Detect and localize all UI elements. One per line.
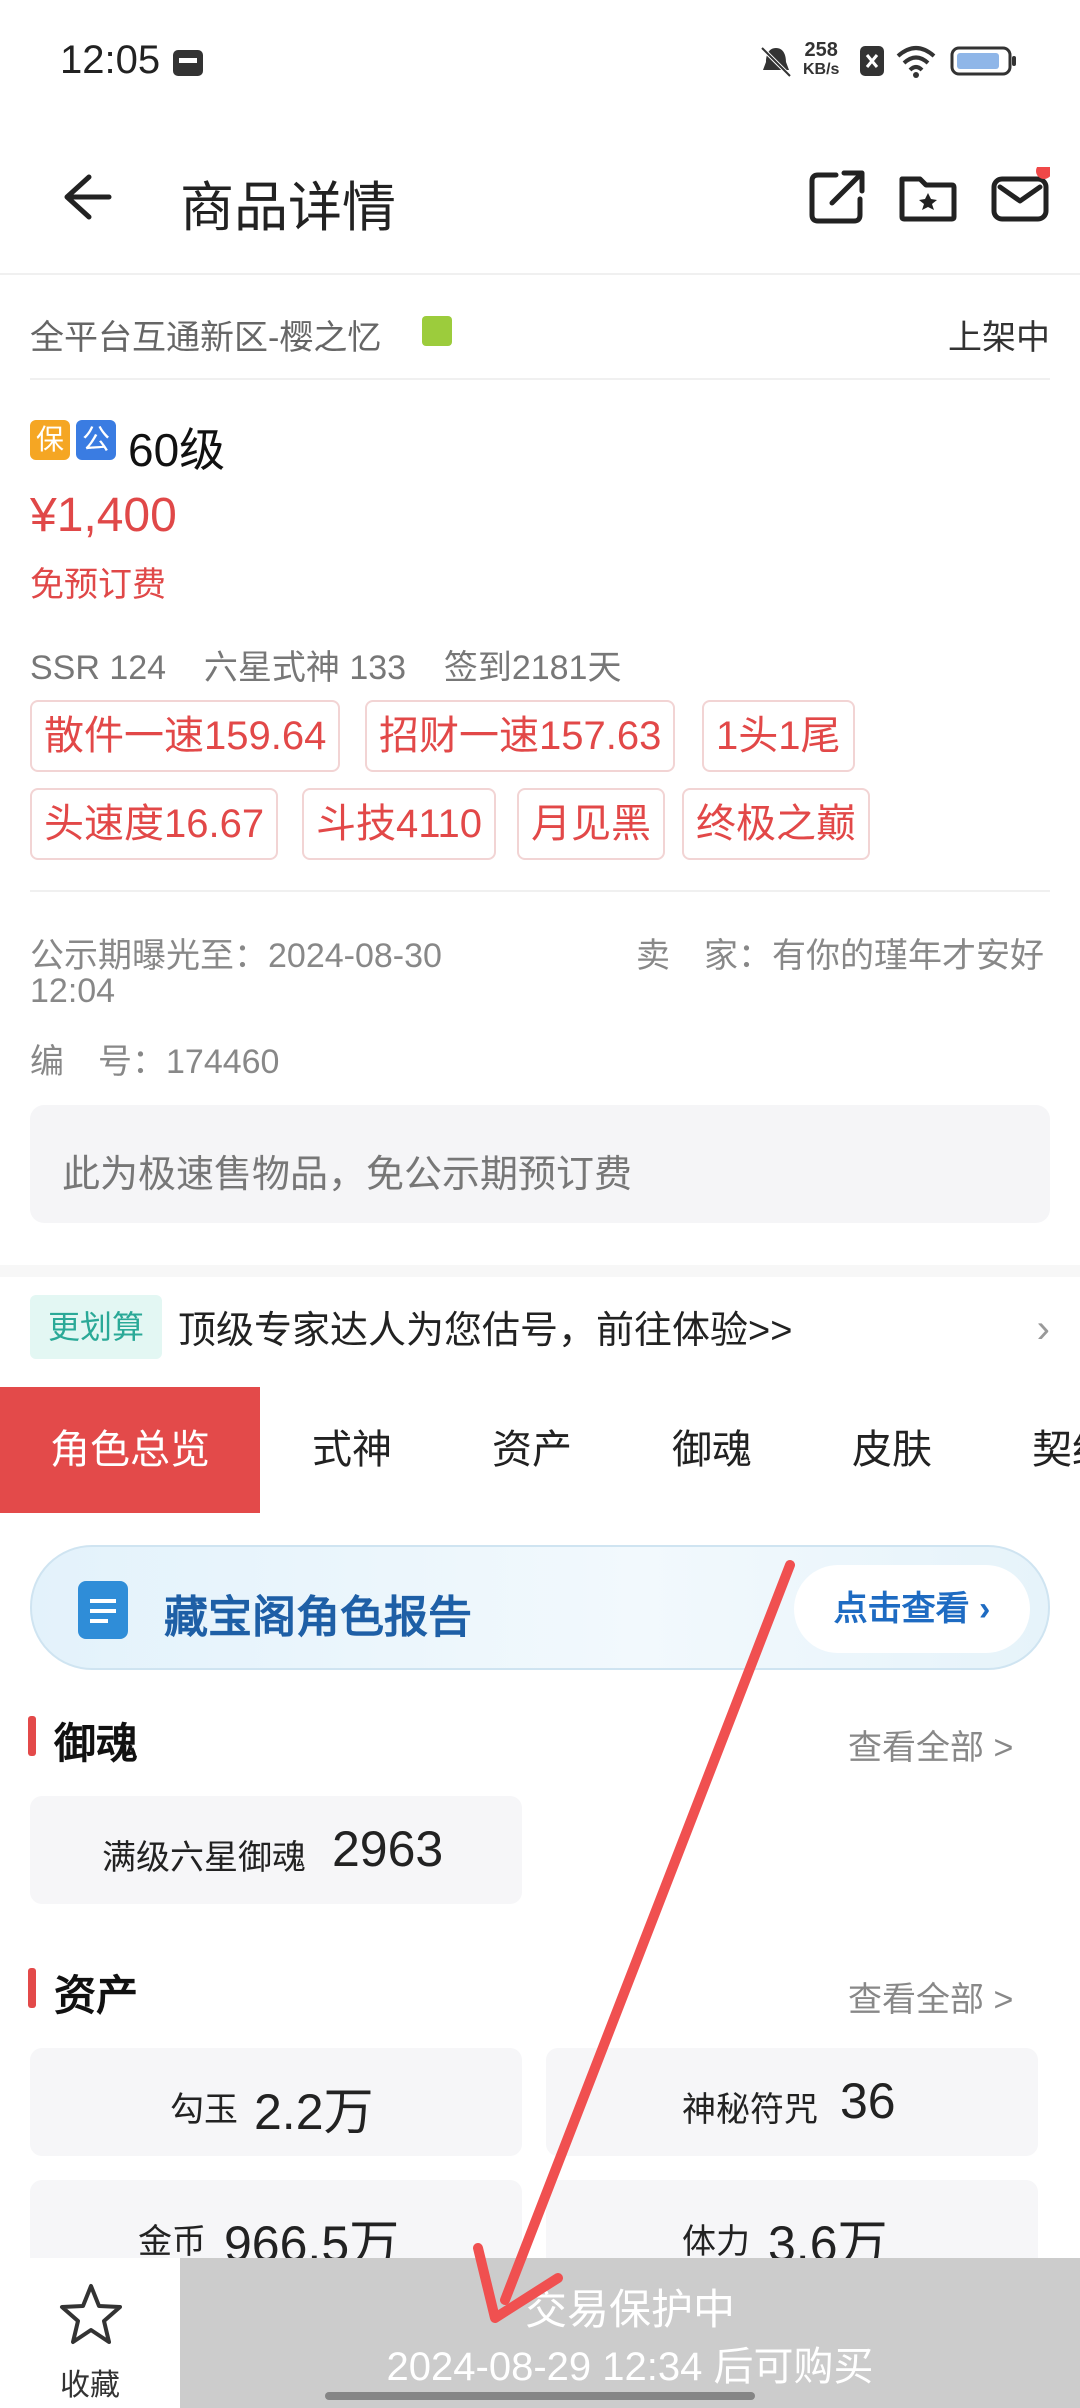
tag: 招财一速157.63: [365, 700, 676, 772]
tag: 1头1尾: [702, 700, 855, 772]
tab-contract[interactable]: 契约: [1032, 1387, 1080, 1513]
seller-info: 卖 家：有你的瑾年才安好: [636, 928, 1044, 977]
free-fee-label: 免预订费: [30, 566, 166, 604]
role-report-banner[interactable]: 藏宝阁角色报告 点击查看 ›: [30, 1545, 1050, 1670]
net-speed: 258 KB/s: [803, 39, 840, 78]
character-level: 60级: [128, 424, 226, 476]
sim-off-icon: [860, 46, 884, 76]
stat-label: 勾玉: [170, 2091, 238, 2129]
stat-label: 神秘符咒: [682, 2091, 818, 2129]
fast-sale-notice: 此为极速售物品，免公示期预订费: [30, 1105, 1050, 1223]
tab-skins[interactable]: 皮肤: [852, 1387, 932, 1513]
server-row: 全平台互通新区-樱之忆 上架中: [30, 280, 1050, 380]
mail-icon[interactable]: [990, 167, 1050, 227]
expose-date: 2024-08-30: [268, 937, 442, 975]
promo-text: 顶级专家达人为您估号，前往体验>>: [178, 1310, 793, 1352]
folder-star-icon[interactable]: [898, 167, 958, 227]
listing-status: 上架中: [948, 319, 1050, 357]
id-label: 编 号：: [30, 1043, 166, 1081]
gesture-bar: [325, 2392, 755, 2400]
view-all-assets-link[interactable]: 查看全部 >: [848, 1972, 1013, 2021]
stat-value: 2.2万: [254, 2084, 374, 2140]
tag: 头速度16.67: [30, 788, 279, 860]
section-marker: [28, 1968, 36, 2008]
stat-label: 体力: [682, 2223, 750, 2261]
stat-label: 金币: [138, 2223, 206, 2261]
android-icon: [422, 316, 452, 346]
stat-value: 2963: [332, 1821, 444, 1877]
purchase-available-time: 2024-08-29 12:34 后可购买: [386, 2345, 874, 2389]
section-marker: [28, 1716, 36, 1756]
promo-badge: 更划算: [30, 1295, 162, 1359]
chevron-right-icon: ›: [1036, 1307, 1050, 1351]
top-app-bar: 商品详情: [0, 125, 1080, 275]
share-icon[interactable]: [808, 167, 868, 227]
expose-info: 公示期曝光至：2024-08-30: [30, 928, 442, 977]
id-value: 174460: [166, 1043, 280, 1081]
stats-line: SSR 124 六星式神 133 签到2181天: [30, 649, 622, 687]
seller-label: 卖 家：: [636, 937, 772, 975]
badge-public: 公: [76, 420, 116, 460]
section-title-yuhun: 御魂: [54, 1720, 139, 1767]
bottom-action-bar: 收藏 交易保护中 2024-08-29 12:34 后可购买: [0, 2258, 1080, 2408]
expose-label: 公示期曝光至：: [30, 937, 268, 975]
banner-title: 藏宝阁角色报告: [164, 1593, 472, 1642]
page-title: 商品详情: [180, 178, 396, 238]
badge-protected: 保: [30, 420, 70, 460]
notice-text: 此为极速售物品，免公示期预订费: [62, 1154, 633, 1196]
status-time: 12:05: [60, 38, 161, 82]
trade-protection-text: 交易保护中: [524, 2286, 735, 2333]
tab-yuhun[interactable]: 御魂: [672, 1387, 752, 1513]
stat-label: 满级六星御魂: [102, 1839, 306, 1877]
buy-button-disabled[interactable]: 交易保护中 2024-08-29 12:34 后可购买: [180, 2258, 1080, 2408]
stat-card: 神秘符咒 36: [546, 2048, 1038, 2156]
wallet-icon: [173, 50, 203, 76]
status-bar: 12:05 258 KB/s: [0, 0, 1080, 125]
promo-row[interactable]: 更划算 顶级专家达人为您估号，前往体验>> ›: [0, 1265, 1080, 1375]
section-title-assets: 资产: [54, 1972, 139, 2019]
mute-bell-icon: [760, 46, 792, 78]
tab-bar: 角色总览 式神 资产 御魂 皮肤 契约: [0, 1387, 1080, 1513]
battery-icon: [950, 46, 1016, 76]
favorite-label[interactable]: 收藏: [60, 2360, 120, 2404]
seller-name[interactable]: 有你的瑾年才安好: [772, 937, 1044, 975]
stat-value: 36: [840, 2073, 896, 2129]
tab-assets[interactable]: 资产: [492, 1387, 572, 1513]
view-report-button[interactable]: 点击查看 ›: [794, 1565, 1030, 1653]
server-name: 全平台互通新区-樱之忆: [30, 319, 382, 357]
back-arrow-icon[interactable]: [55, 167, 115, 227]
listing-id: 编 号：174460: [30, 1034, 279, 1083]
wifi-icon: [896, 46, 936, 78]
stat-card: 满级六星御魂 2963: [30, 1796, 522, 1904]
clipboard-icon: [78, 1581, 128, 1639]
tab-overview[interactable]: 角色总览: [0, 1387, 260, 1513]
price: ¥1,400: [30, 489, 177, 542]
tag: 散件一速159.64: [30, 700, 341, 772]
tag: 斗技4110: [302, 788, 497, 860]
expose-time: 12:04: [30, 972, 116, 1010]
stat-card: 勾玉 2.2万: [30, 2048, 522, 2156]
star-icon[interactable]: [58, 2282, 124, 2348]
tab-shikigami[interactable]: 式神: [312, 1387, 392, 1513]
tag: 终极之巅: [682, 788, 870, 860]
view-all-yuhun-link[interactable]: 查看全部 >: [848, 1720, 1013, 1769]
tag: 月见黑: [517, 788, 665, 860]
divider: [30, 890, 1050, 892]
